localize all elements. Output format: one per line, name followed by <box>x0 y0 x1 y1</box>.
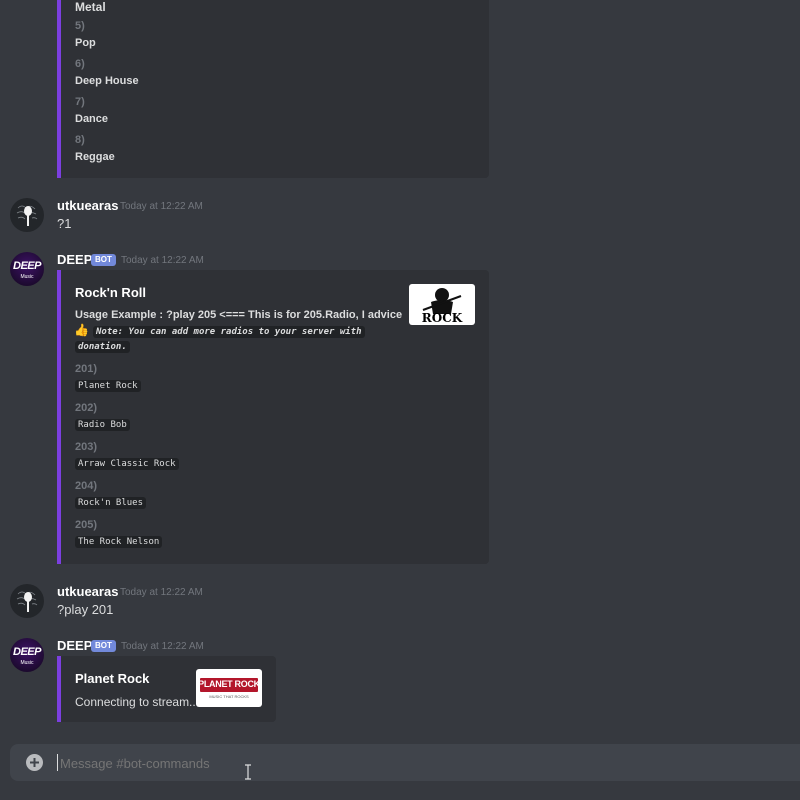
user-avatar[interactable] <box>10 584 44 618</box>
station-name: Radio Bob <box>75 419 130 431</box>
station-number: 205) <box>75 519 98 531</box>
message-timestamp: Today at 12:22 AM <box>121 641 204 652</box>
message-timestamp: Today at 12:22 AM <box>120 201 203 212</box>
message-input[interactable] <box>58 750 762 776</box>
station-name: Arraw Classic Rock <box>75 458 179 470</box>
plus-circle-icon[interactable] <box>26 754 43 771</box>
genre-label: Pop <box>75 37 96 49</box>
station-number: 201) <box>75 363 98 375</box>
genre-number: 5) <box>75 20 85 32</box>
genre-label: Dance <box>75 113 109 125</box>
station-name: Rock'n Blues <box>75 497 147 509</box>
message-author[interactable]: DEEP <box>57 638 92 653</box>
bot-avatar-sub: Music <box>20 274 34 280</box>
genre-list-embed: Metal 5) Pop 6) Deep House 7) Dance 8) R… <box>57 0 489 178</box>
station-name: The Rock Nelson <box>75 536 163 548</box>
bot-avatar-logo: DEEP <box>13 646 41 658</box>
station-number: 204) <box>75 480 98 492</box>
station-name: Planet Rock <box>75 380 141 392</box>
message-timestamp: Today at 12:22 AM <box>121 255 204 266</box>
embed-thumbnail[interactable]: ROCK <box>409 284 475 325</box>
thumbnail-subtext: MUSIC THAT ROCKS <box>209 694 249 699</box>
note-line-1: Note: You can add more radios to your se… <box>96 327 362 337</box>
message-composer <box>10 744 800 781</box>
message-timestamp: Today at 12:22 AM <box>120 587 203 598</box>
bot-avatar[interactable]: DEEP Music <box>10 638 44 672</box>
embed-note-cont: donation. <box>75 341 130 353</box>
thumbs-up-icon: 👍 <box>74 323 89 337</box>
bot-avatar-sub: Music <box>20 660 34 666</box>
bot-badge: BOT <box>91 254 116 266</box>
embed-thumbnail[interactable]: PLANET ROCK MUSIC THAT ROCKS <box>196 669 262 707</box>
radio-list-embed: Rock'n Roll Usage Example : ?play 205 <=… <box>57 270 489 564</box>
genre-number: 6) <box>75 58 85 70</box>
genre-label: Reggae <box>75 151 115 163</box>
message-author[interactable]: DEEP <box>57 252 92 267</box>
genre-number: 7) <box>75 96 85 108</box>
embed-title: Rock'n Roll <box>75 285 146 300</box>
genre-label: Deep House <box>75 75 139 87</box>
message-author[interactable]: utkuearas <box>57 198 118 213</box>
thumbnail-text: PLANET ROCK <box>198 679 260 689</box>
ibeam-cursor-icon <box>243 764 253 783</box>
embed-description: Connecting to stream... <box>75 695 200 709</box>
embed-title: Planet Rock <box>75 671 150 686</box>
bot-avatar[interactable]: DEEP Music <box>10 252 44 286</box>
message-content: ?1 <box>57 216 72 231</box>
thumbnail-text: ROCK <box>421 311 463 325</box>
message-content: ?play 201 <box>57 602 114 617</box>
message-author[interactable]: utkuearas <box>57 584 118 599</box>
embed-note: Note: You can add more radios to your se… <box>93 326 365 338</box>
user-avatar[interactable] <box>10 198 44 232</box>
embed-usage: Usage Example : ?play 205 <=== This is f… <box>75 309 403 321</box>
station-number: 202) <box>75 402 98 414</box>
now-playing-embed: Planet Rock Connecting to stream... PLAN… <box>57 656 276 722</box>
bot-badge: BOT <box>91 640 116 652</box>
genre-number: 8) <box>75 134 85 146</box>
genre-label: Metal <box>75 0 106 14</box>
station-number: 203) <box>75 441 98 453</box>
bot-avatar-logo: DEEP <box>13 260 41 272</box>
